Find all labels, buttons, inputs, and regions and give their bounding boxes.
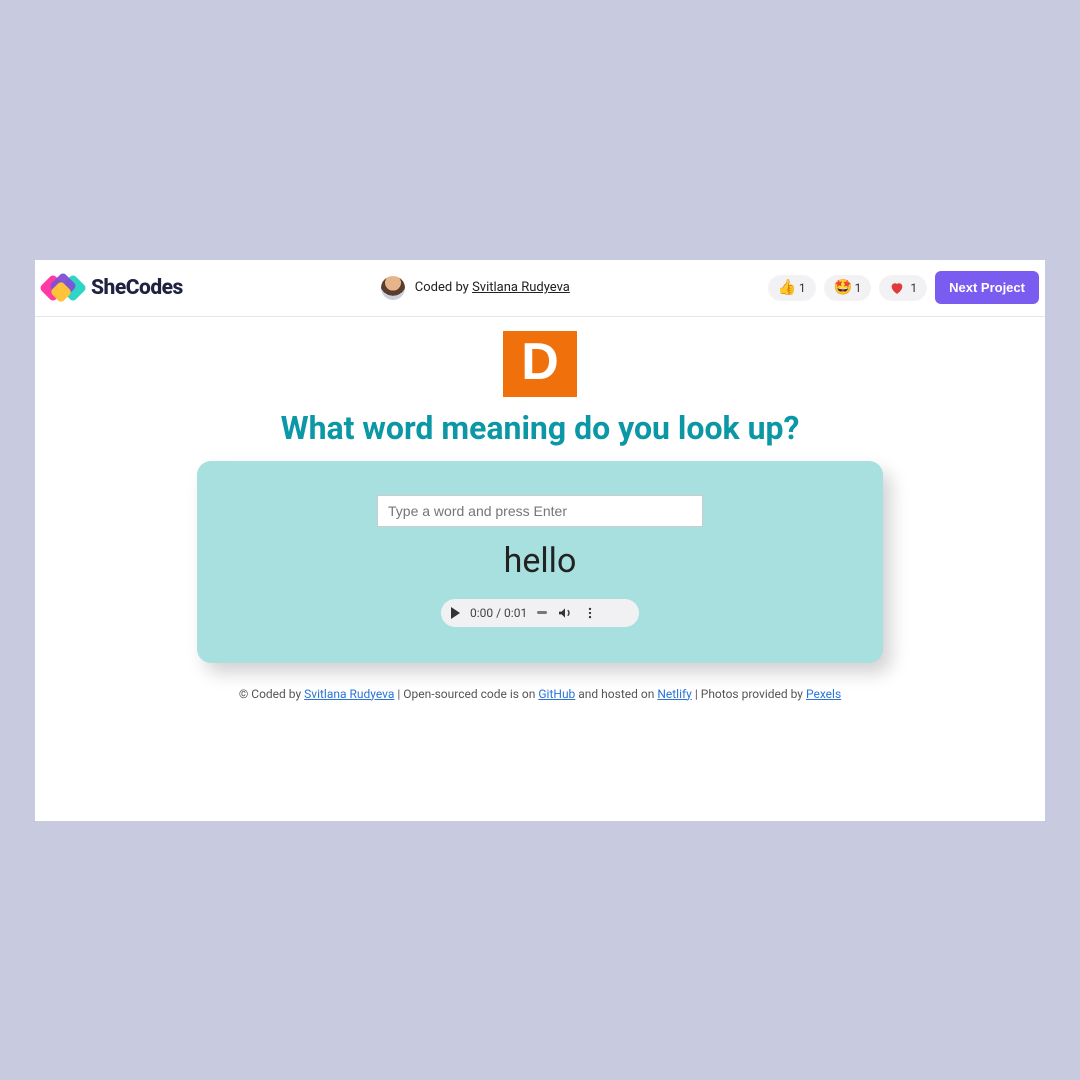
footer-netlify-link[interactable]: Netlify <box>657 687 692 701</box>
reaction-star-eyes-count: 1 <box>855 281 862 295</box>
next-project-button[interactable]: Next Project <box>935 271 1039 304</box>
reaction-heart[interactable]: 1 <box>879 275 927 301</box>
credit-line: Coded by Svitlana Rudyeva <box>381 276 570 300</box>
topbar: SheCodes Coded by Svitlana Rudyeva 👍 1 🤩… <box>35 260 1045 317</box>
main-content: D What word meaning do you look up? hell… <box>35 317 1045 701</box>
footer-github-link[interactable]: GitHub <box>538 687 575 701</box>
more-icon[interactable] <box>583 606 597 620</box>
footer-pexels-link[interactable]: Pexels <box>806 687 841 701</box>
progress-indicator-icon <box>537 611 547 614</box>
reaction-thumbs-count: 1 <box>799 281 806 295</box>
app-tile: D <box>503 331 577 397</box>
footer-prefix: © Coded by <box>239 687 304 701</box>
brand-name: SheCodes <box>91 276 183 300</box>
thumbs-up-icon: 👍 <box>778 280 794 296</box>
play-icon[interactable] <box>451 607 460 619</box>
author-link[interactable]: Svitlana Rudyeva <box>472 280 570 295</box>
reaction-star-eyes[interactable]: 🤩 1 <box>824 275 872 301</box>
footer-author-link[interactable]: Svitlana Rudyeva <box>304 687 394 701</box>
volume-icon[interactable] <box>557 605 573 621</box>
current-word: hello <box>217 541 863 581</box>
footer-mid3: | Photos provided by <box>692 687 806 701</box>
audio-time: 0:00 / 0:01 <box>470 606 527 620</box>
brand-logo[interactable]: SheCodes <box>41 270 183 306</box>
avatar <box>381 276 405 300</box>
coded-by-prefix: Coded by <box>415 280 472 295</box>
star-struck-icon: 🤩 <box>834 280 850 296</box>
shecodes-logo-icon <box>41 270 85 306</box>
main-heading: What word meaning do you look up? <box>35 409 1045 447</box>
search-input[interactable] <box>377 495 703 527</box>
footer-mid1: | Open-sourced code is on <box>394 687 538 701</box>
topbar-right: 👍 1 🤩 1 1 Next Project <box>768 271 1039 304</box>
footer: © Coded by Svitlana Rudyeva | Open-sourc… <box>35 687 1045 701</box>
audio-player[interactable]: 0:00 / 0:01 <box>441 599 639 627</box>
reaction-thumbs[interactable]: 👍 1 <box>768 275 816 301</box>
heart-icon <box>889 280 905 296</box>
footer-mid2: and hosted on <box>575 687 657 701</box>
page: SheCodes Coded by Svitlana Rudyeva 👍 1 🤩… <box>35 260 1045 821</box>
search-card: hello 0:00 / 0:01 <box>197 461 883 663</box>
reaction-heart-count: 1 <box>910 281 917 295</box>
